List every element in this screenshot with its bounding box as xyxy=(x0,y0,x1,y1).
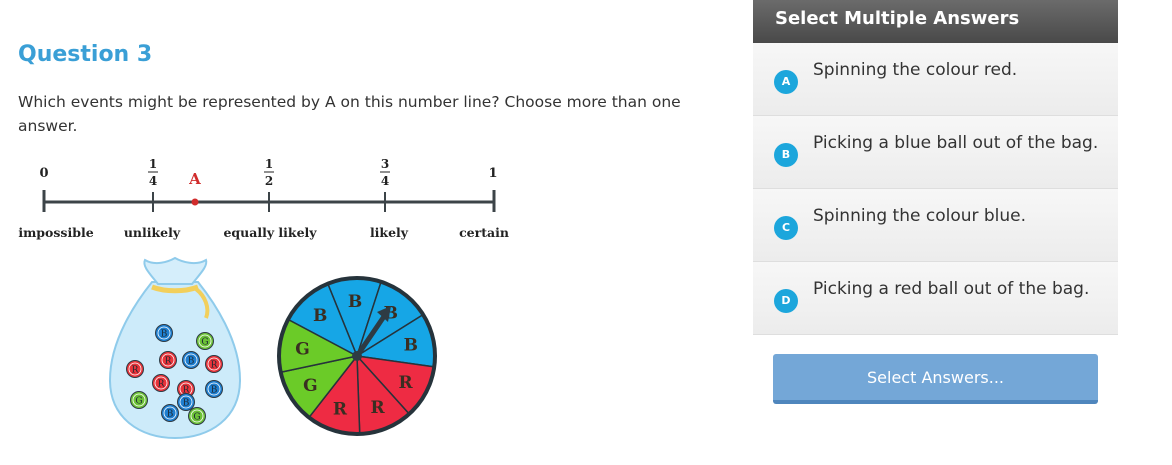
panel-header: Select Multiple Answers xyxy=(753,0,1118,43)
caption-likely: likely xyxy=(370,225,409,240)
option-a-text: Spinning the colour red. xyxy=(813,60,1018,80)
ball-label: B xyxy=(188,357,195,367)
spinner-sector-label: R xyxy=(398,373,413,393)
bag-top xyxy=(143,256,208,285)
ball-label: B xyxy=(167,410,174,420)
caption-certain: certain xyxy=(459,225,509,240)
ball-label: G xyxy=(135,397,142,407)
spinner: BBBRRRGGB xyxy=(277,276,437,436)
marker-a-label: A xyxy=(188,170,201,188)
marker-a-point xyxy=(191,198,199,206)
option-b[interactable]: B Picking a blue ball out of the bag. xyxy=(753,116,1118,189)
caption-impossible: impossible xyxy=(18,225,93,240)
question-figure: 0 1 4 1 2 3 4 1 A impossible unlikely eq… xyxy=(18,157,509,440)
spinner-sector-label: B xyxy=(404,336,418,356)
caption-equally-likely: equally likely xyxy=(223,225,317,240)
option-a[interactable]: A Spinning the colour red. xyxy=(753,43,1118,116)
spinner-hub xyxy=(352,351,362,361)
question-text: Which events might be represented by A o… xyxy=(18,93,681,135)
ball-label: B xyxy=(183,399,190,409)
option-b-badge: B xyxy=(774,143,798,167)
tick-label-half-num: 1 xyxy=(265,157,273,171)
option-a-badge: A xyxy=(774,70,798,94)
ball-label: R xyxy=(211,361,218,371)
tick-label-quarter-num: 1 xyxy=(149,157,157,171)
tick-label-quarter-den: 4 xyxy=(149,174,157,188)
answers-panel: Select Multiple Answers A Spinning the c… xyxy=(753,0,1118,335)
option-d-text: Picking a red ball out of the bag. xyxy=(813,279,1090,299)
option-b-text: Picking a blue ball out of the bag. xyxy=(813,133,1099,153)
number-line: 0 1 4 1 2 3 4 1 A impossible unlikely eq… xyxy=(18,157,509,240)
option-c[interactable]: C Spinning the colour blue. xyxy=(753,189,1118,262)
option-c-text: Spinning the colour blue. xyxy=(813,206,1027,226)
tick-label-0: 0 xyxy=(39,166,48,181)
tick-label-half-den: 2 xyxy=(265,174,273,188)
question-title: Question 3 xyxy=(18,42,153,67)
ball-label: R xyxy=(158,380,165,390)
ball-label: G xyxy=(193,413,200,423)
tick-label-1: 1 xyxy=(488,166,497,181)
ball-label: B xyxy=(211,386,218,396)
spinner-sector-label: R xyxy=(371,398,386,418)
spinner-sector-label: B xyxy=(313,306,327,326)
spinner-sector-label: R xyxy=(333,399,348,419)
ball-label: R xyxy=(165,357,172,367)
tick-label-three-quarters-num: 3 xyxy=(381,157,389,171)
spinner-sector-label: G xyxy=(295,339,310,359)
caption-unlikely: unlikely xyxy=(124,225,181,240)
ball-label: G xyxy=(201,338,208,348)
ball-label: B xyxy=(161,330,168,340)
option-d-badge: D xyxy=(774,289,798,313)
tick-label-three-quarters-den: 4 xyxy=(381,174,389,188)
select-answers-button[interactable]: Select Answers... xyxy=(773,354,1098,404)
spinner-sector-label: B xyxy=(348,292,362,312)
option-d[interactable]: D Picking a red ball out of the bag. xyxy=(753,262,1118,335)
ball-bag: BGRR B RRR BG BB G xyxy=(108,256,242,440)
spinner-sector-label: G xyxy=(303,376,318,396)
ball-label: R xyxy=(132,366,139,376)
option-c-badge: C xyxy=(774,216,798,240)
